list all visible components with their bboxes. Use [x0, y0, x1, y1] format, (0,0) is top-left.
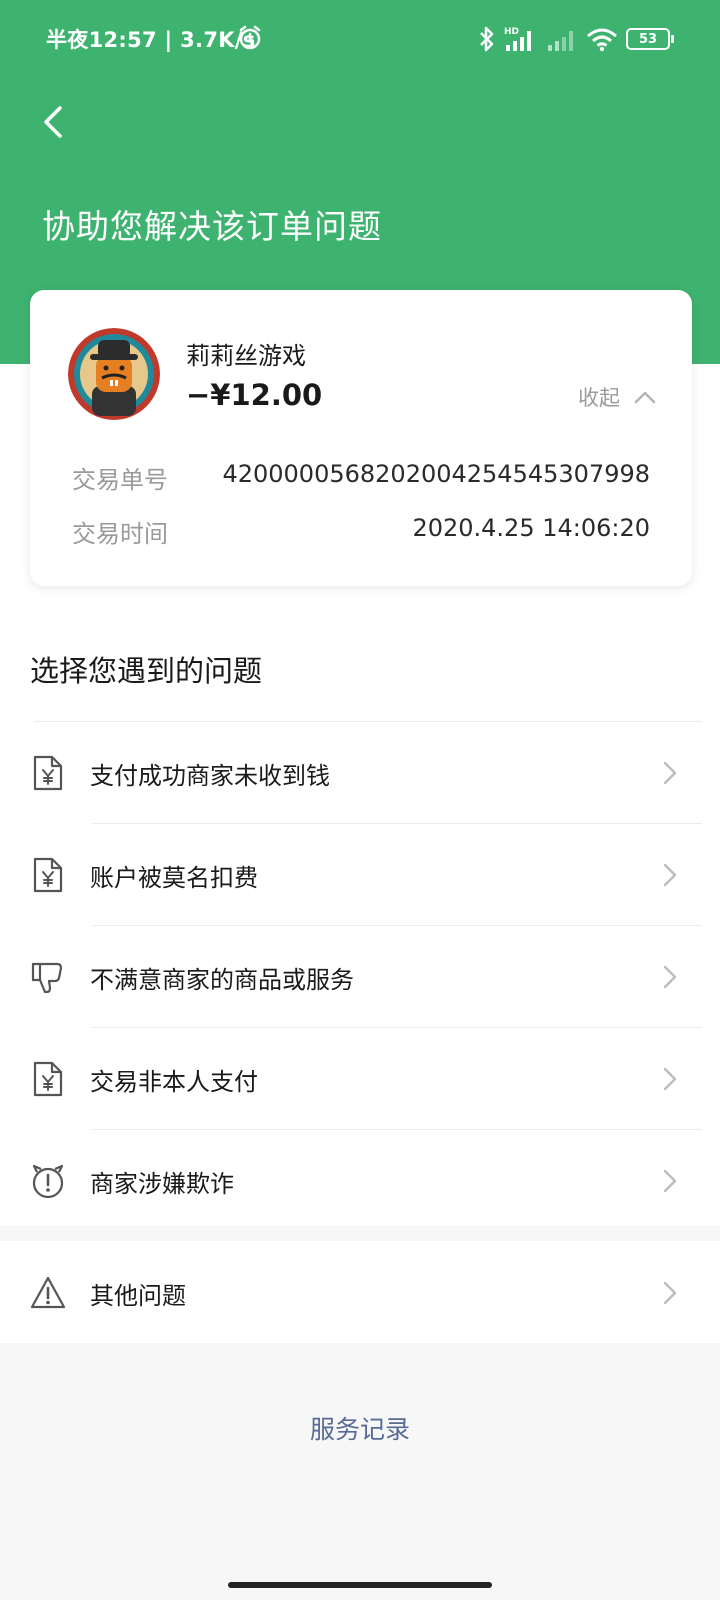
receipt-yen-icon: [33, 1061, 63, 1097]
issue-item-merchant-fraud[interactable]: 商家涉嫌欺诈: [0, 1130, 720, 1231]
chevron-right-icon: [663, 863, 677, 887]
home-indicator[interactable]: [228, 1582, 492, 1588]
chevron-right-icon: [663, 965, 677, 989]
issue-label: 其他问题: [90, 1282, 186, 1310]
battery-level: 53: [638, 31, 658, 47]
issue-item-not-self-payment[interactable]: 交易非本人支付: [0, 1028, 720, 1129]
wifi-icon: [587, 28, 617, 52]
status-icons: HD 53: [478, 24, 674, 54]
back-arrow-icon[interactable]: [36, 100, 72, 144]
signal-hd-icon: HD: [504, 27, 531, 51]
issue-label: 交易非本人支付: [90, 1068, 258, 1096]
bluetooth-icon: [480, 26, 494, 52]
chevron-right-icon: [663, 1169, 677, 1193]
thumbs-down-icon: [31, 962, 63, 994]
merchant-name: 莉莉丝游戏: [186, 342, 306, 370]
page-title: 协助您解决该订单问题: [42, 207, 382, 246]
issue-label: 支付成功商家未收到钱: [90, 762, 330, 790]
alarm-icon: [239, 25, 261, 50]
receipt-yen-icon: [33, 857, 63, 893]
merchant-avatar: [68, 328, 160, 420]
issue-item-merchant-not-received[interactable]: 支付成功商家未收到钱: [0, 722, 720, 823]
chevron-right-icon: [663, 1067, 677, 1091]
alert-circle-icon: [32, 1164, 64, 1199]
chevron-right-icon: [663, 761, 677, 785]
transaction-time-row: 交易时间 2020.4.25 14:06:20: [72, 514, 650, 548]
issue-item-unexplained-charge[interactable]: 账户被莫名扣费: [0, 824, 720, 925]
issue-item-unsatisfied-service[interactable]: 不满意商家的商品或服务: [0, 926, 720, 1027]
chevron-up-icon: [634, 391, 656, 404]
signal-weak-icon: [548, 31, 573, 51]
transaction-id-value: 4200000568202004254545307998: [222, 460, 650, 488]
chevron-right-icon: [663, 1281, 677, 1305]
transaction-time-value: 2020.4.25 14:06:20: [412, 514, 650, 542]
status-time: 半夜12:57 | 3.7K/s: [46, 28, 256, 52]
transaction-id-row: 交易单号 4200000568202004254545307998: [72, 460, 650, 494]
transaction-id-label: 交易单号: [72, 466, 168, 494]
warning-triangle-icon: [30, 1276, 66, 1309]
issue-label: 不满意商家的商品或服务: [90, 966, 354, 994]
collapse-label: 收起: [578, 386, 620, 410]
order-amount: −¥12.00: [186, 378, 323, 412]
order-card: 莉莉丝游戏 −¥12.00 收起 交易单号 420000056820200425…: [30, 290, 692, 586]
battery-icon: 53: [626, 28, 674, 50]
issue-item-other[interactable]: 其他问题: [0, 1242, 720, 1343]
transaction-time-label: 交易时间: [72, 520, 168, 548]
status-bar: 半夜12:57 | 3.7K/s HD 53: [0, 0, 720, 80]
issue-label: 商家涉嫌欺诈: [90, 1170, 234, 1198]
issues-section-title: 选择您遇到的问题: [30, 654, 263, 688]
service-record-link[interactable]: 服务记录: [0, 1410, 720, 1446]
hd-label: HD: [504, 27, 519, 37]
issue-label: 账户被莫名扣费: [90, 864, 258, 892]
receipt-yen-icon: [33, 755, 63, 791]
collapse-toggle[interactable]: 收起: [578, 382, 656, 412]
